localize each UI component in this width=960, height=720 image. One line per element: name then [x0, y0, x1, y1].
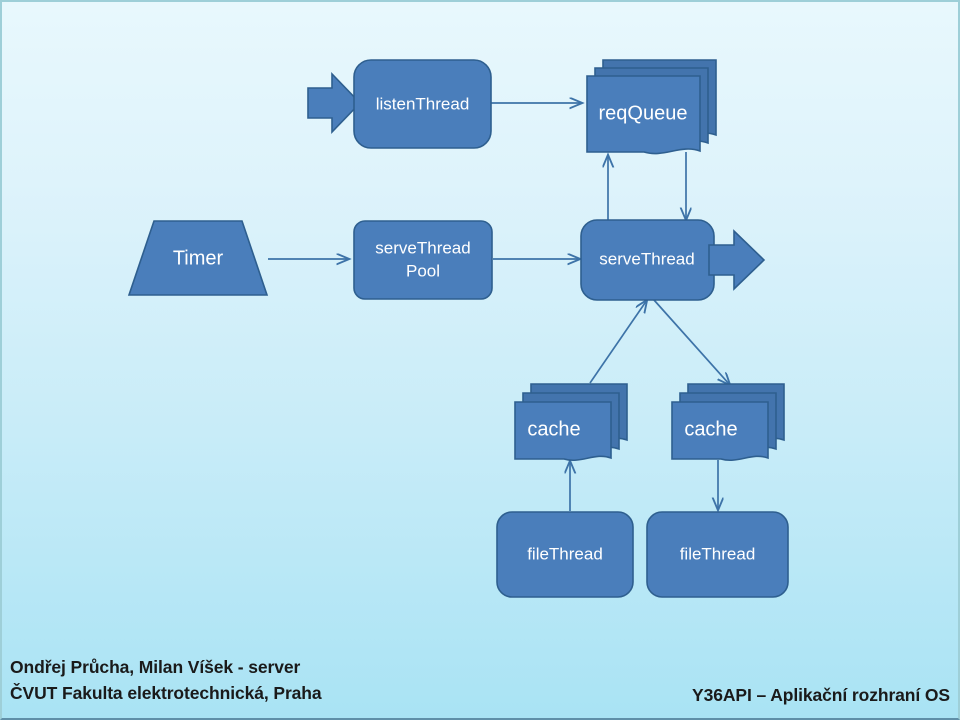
footer-authors-line2: ČVUT Fakulta elektrotechnická, Praha — [10, 683, 322, 703]
inbound-arrow-shape — [307, 72, 362, 134]
connector-servethread-to-cacheright — [653, 299, 730, 385]
timer-shape[interactable] — [127, 220, 269, 296]
cacheleft-sheet-front[interactable] — [514, 401, 612, 461]
filethreadright-box[interactable] — [646, 511, 789, 598]
connector-cacheleft-to-servethread — [589, 300, 647, 384]
footer-authors: Ondřej Průcha, Milan Víšek - server ČVUT… — [10, 654, 322, 706]
servethreadpool-box[interactable] — [353, 220, 493, 300]
footer-course: Y36API – Aplikační rozhraní OS — [692, 685, 950, 705]
outbound-arrow-shape — [708, 229, 766, 291]
filethreadleft-box[interactable] — [496, 511, 634, 598]
architecture-diagram: listenThread reqQueue Timer serveThread … — [127, 59, 789, 598]
cacheright-sheet-front[interactable] — [671, 401, 769, 461]
listenthread-box[interactable] — [353, 59, 492, 149]
slide-canvas: listenThread reqQueue Timer serveThread … — [0, 0, 960, 720]
footer-authors-line1: Ondřej Průcha, Milan Víšek - server — [10, 657, 301, 677]
reqqueue-sheet-front[interactable] — [586, 75, 701, 155]
servethread-box[interactable] — [580, 219, 715, 301]
